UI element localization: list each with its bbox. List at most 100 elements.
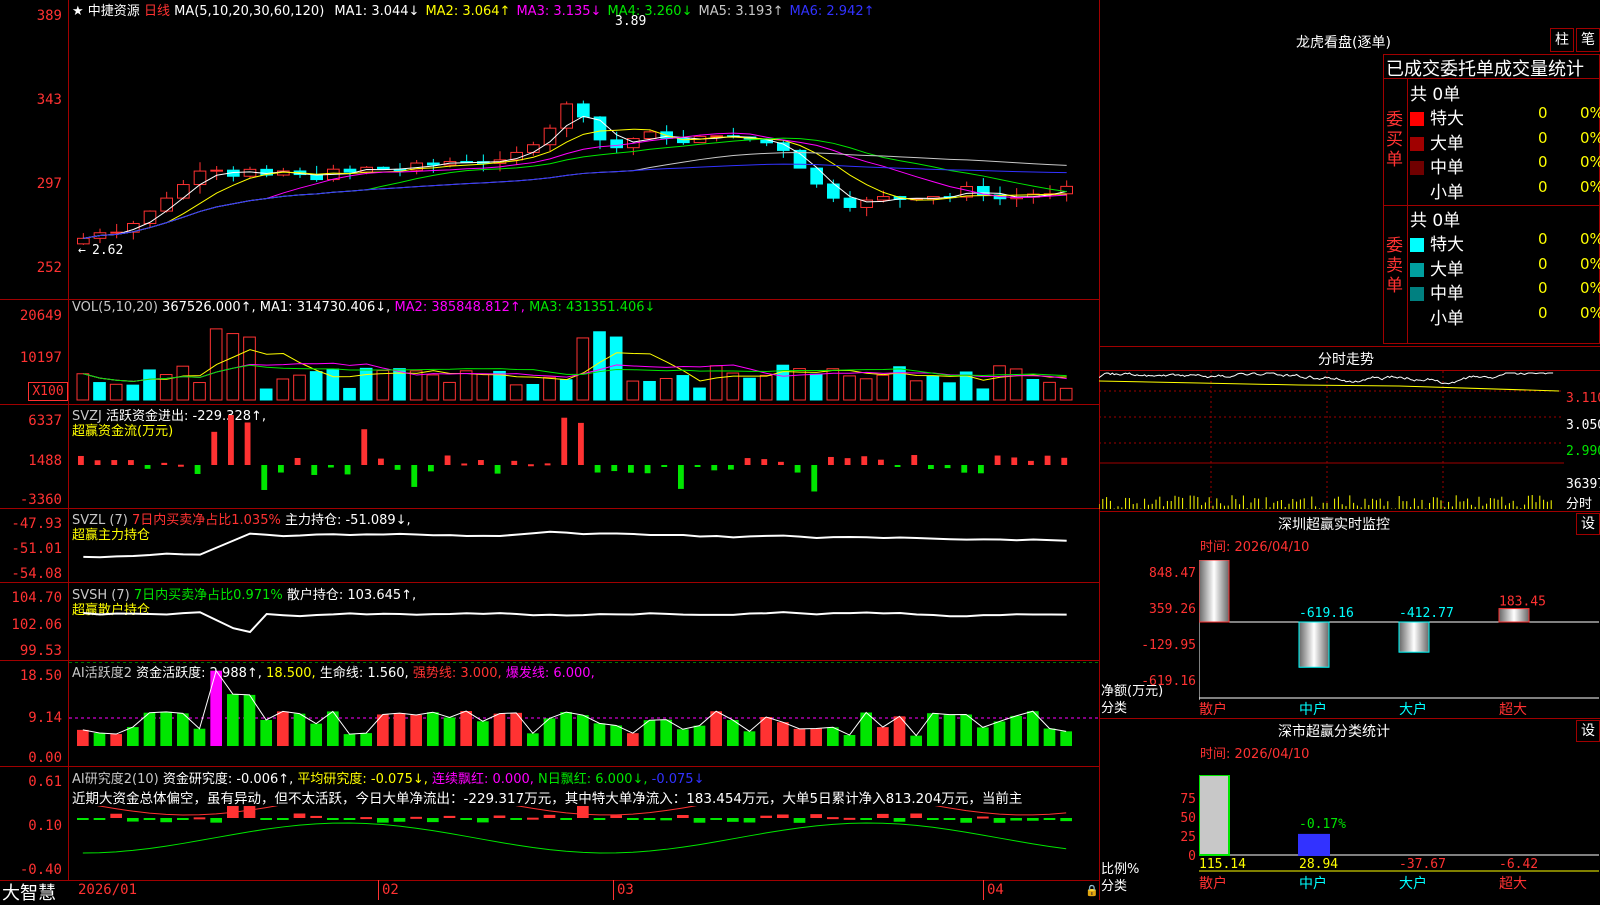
volume-bar bbox=[976, 388, 990, 401]
ai-research-bar bbox=[977, 816, 989, 819]
ai-active-bar bbox=[310, 723, 322, 746]
svzj-bar bbox=[678, 465, 684, 489]
sell-pct: 0% bbox=[1580, 254, 1600, 273]
low-arrow-icon: ← bbox=[78, 243, 86, 258]
ai-research-axis-3: -0.40 bbox=[19, 862, 62, 878]
ai-active-bar bbox=[943, 714, 956, 746]
candle-body bbox=[160, 197, 174, 212]
classify-axis-2: 50 bbox=[1180, 811, 1196, 826]
volume-bar bbox=[376, 369, 390, 401]
buy-count: 0 bbox=[1538, 104, 1548, 122]
price-axis-2: 343 bbox=[36, 92, 62, 108]
monitor-settings-button[interactable]: 设 bbox=[1576, 513, 1600, 535]
buy-color-swatch bbox=[1410, 161, 1424, 175]
svzj-bar bbox=[728, 465, 734, 470]
vol-axis-2: 10197 bbox=[19, 350, 62, 366]
svzj-bar bbox=[444, 455, 451, 465]
ai-active-bar bbox=[243, 694, 256, 746]
candle-body bbox=[860, 199, 873, 208]
pane-divider-5 bbox=[0, 660, 1099, 661]
ai-research-bar bbox=[693, 818, 706, 823]
buy-name: 特大 bbox=[1430, 109, 1464, 129]
monitor-title: 深圳超赢实时监控 bbox=[1278, 517, 1390, 533]
svsh-chart[interactable] bbox=[69, 584, 1099, 660]
monitor-axis-1: 848.47 bbox=[1149, 566, 1196, 581]
ai-active-bar bbox=[643, 720, 656, 746]
dragon-title: 龙虎看盘(逐单) bbox=[1296, 35, 1391, 51]
volume-bar bbox=[1059, 387, 1073, 401]
ai-active-bar bbox=[560, 712, 572, 746]
svzl-axis-3: -54.08 bbox=[11, 566, 62, 582]
volume-bar bbox=[1043, 381, 1056, 401]
svzj-bar bbox=[394, 465, 401, 470]
ai-research-note: 近期大资金总体偏空，虽有异动，但不太活跃，今日大单净流出：-229.317万元，… bbox=[72, 791, 1023, 807]
ai-research-label3: 连续飘红: 0.000, bbox=[432, 772, 534, 787]
sell-count: 0 bbox=[1538, 230, 1548, 248]
volume-bar bbox=[743, 377, 756, 401]
volume-bar bbox=[1009, 368, 1023, 401]
ai-research-bar bbox=[793, 818, 806, 823]
monitor-time: 时间: 2026/04/10 bbox=[1200, 540, 1310, 555]
ai-research-bar bbox=[1010, 818, 1022, 821]
ai-research-bar bbox=[743, 818, 756, 823]
ai-active-bar bbox=[493, 713, 506, 746]
ai-research-bar bbox=[177, 818, 189, 820]
ai-research-bar bbox=[477, 818, 489, 823]
ai-research-label1: 资金研究度: -0.006↑, bbox=[162, 772, 294, 787]
ai-research-label5: -0.075↓ bbox=[651, 772, 705, 787]
ai-research-bar bbox=[877, 813, 889, 818]
candle-body bbox=[877, 196, 890, 201]
svzj-bar bbox=[1011, 457, 1018, 465]
vol-scale-box[interactable]: X100 bbox=[28, 382, 68, 401]
volume-chart[interactable] bbox=[69, 300, 1099, 404]
svzj-bar bbox=[994, 455, 1001, 465]
svzj-bar bbox=[944, 465, 951, 469]
ai-active-bar bbox=[277, 711, 289, 746]
classify-chart[interactable]: 115.14 散户 28.94 中户 -37.67 大户 -6.42 超大 -0.17% bbox=[1199, 775, 1599, 900]
ai-research-bar bbox=[710, 818, 722, 820]
volume-bar bbox=[693, 387, 706, 401]
svzj-bar bbox=[478, 460, 484, 465]
buy-pct: 0% bbox=[1580, 104, 1600, 122]
intraday-axis-3: 2.990 bbox=[1566, 444, 1600, 459]
ai-research-bar bbox=[577, 806, 589, 818]
pane-divider-7 bbox=[0, 880, 1099, 881]
volume-bar bbox=[809, 373, 823, 401]
svzj-chart[interactable] bbox=[69, 405, 1099, 508]
classify-settings-button[interactable]: 设 bbox=[1576, 720, 1600, 742]
ai-research-bar bbox=[1043, 818, 1056, 820]
intraday-chart[interactable] bbox=[1099, 371, 1564, 509]
ai-research-bar bbox=[677, 815, 689, 818]
candle-body bbox=[843, 197, 857, 208]
low-marker: 2.62 bbox=[92, 243, 124, 258]
volume-bar bbox=[1026, 378, 1040, 401]
svzj-bar bbox=[661, 465, 668, 467]
lock-icon[interactable]: 🔒 bbox=[1085, 884, 1099, 897]
svzj-bar bbox=[178, 464, 184, 467]
sell-row: 小单 0 0% bbox=[1410, 304, 1600, 329]
volume-bar bbox=[359, 367, 373, 401]
classify-bar-value: -37.67 bbox=[1399, 857, 1446, 872]
buy-row: 小单 0 0% bbox=[1410, 178, 1600, 203]
ai-research-chart[interactable] bbox=[69, 806, 1099, 880]
candle-body bbox=[143, 210, 157, 224]
tick-mode-button[interactable]: 笔 bbox=[1576, 28, 1600, 52]
svzl-chart[interactable] bbox=[69, 509, 1099, 582]
ai-research-green-line bbox=[82, 822, 1067, 854]
volume-bar bbox=[459, 370, 473, 401]
monitor-chart[interactable]: 848.47 散户 -619.16 中户 -412.77 大户 183.45 超大 bbox=[1199, 560, 1599, 715]
ai-active-chart[interactable] bbox=[69, 662, 1099, 766]
buy-color-swatch bbox=[1410, 112, 1424, 126]
monitor-category-label: 大户 bbox=[1399, 701, 1427, 715]
volume-bar bbox=[109, 383, 123, 401]
bar-mode-button[interactable]: 柱 bbox=[1550, 28, 1574, 52]
ai-active-bar bbox=[993, 721, 1006, 746]
classify-top-divider bbox=[1099, 718, 1600, 719]
sell-count: 0 bbox=[1538, 279, 1548, 297]
ai-research-bar bbox=[127, 818, 139, 822]
svzj-bar bbox=[844, 458, 851, 465]
ai-research-bar bbox=[843, 817, 856, 820]
buy-total: 共 0单 bbox=[1410, 85, 1461, 105]
classify-time: 时间: 2026/04/10 bbox=[1200, 747, 1310, 762]
candlestick-chart[interactable] bbox=[69, 0, 1099, 299]
